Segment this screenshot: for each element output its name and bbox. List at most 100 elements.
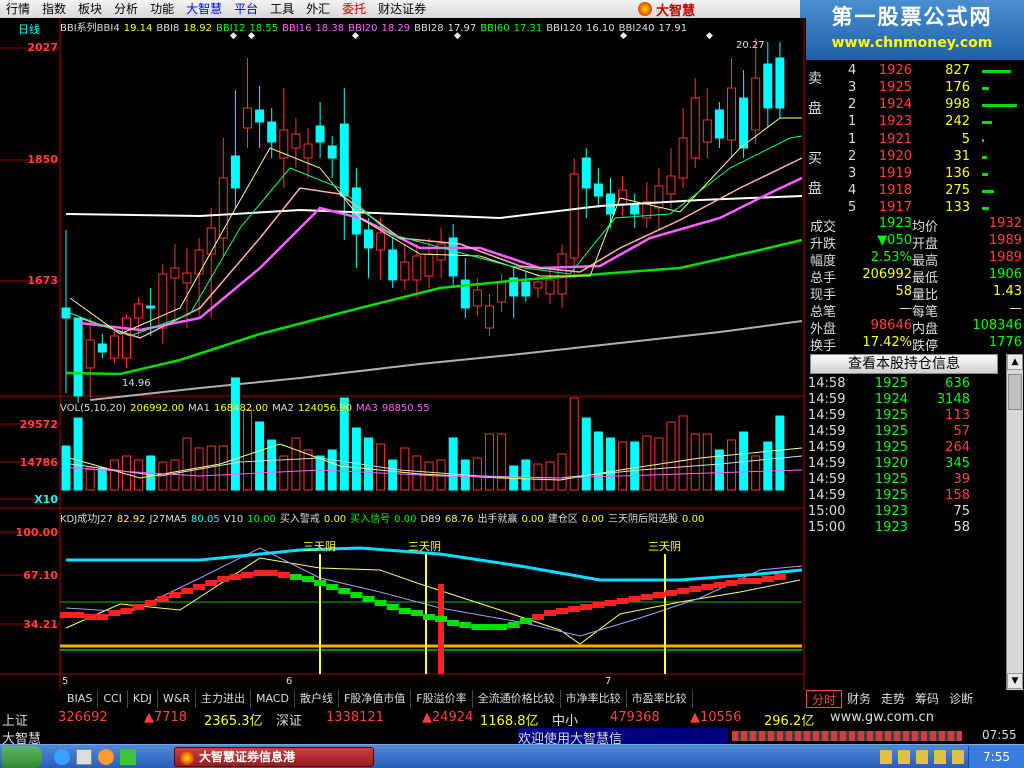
y-label-high: 2027 — [27, 41, 58, 54]
order-volume: 136 — [945, 166, 970, 181]
order-row[interactable]: 3 1919 136 — [806, 166, 1024, 183]
step-band-segment — [386, 604, 399, 610]
legend-item: J27MA5 — [149, 514, 188, 525]
indicator-tab-3[interactable]: W&R — [158, 690, 196, 708]
order-row[interactable]: 3 1925 176 — [806, 80, 1024, 97]
quicklaunch-desktop-icon[interactable] — [76, 749, 92, 765]
menu-item-9[interactable]: 委托 — [336, 0, 372, 18]
volume-bar — [388, 459, 398, 491]
order-row[interactable]: 1 1921 5 — [806, 132, 1024, 149]
order-row[interactable]: 2 1920 31 — [806, 149, 1024, 166]
indicator-tab-7[interactable]: F股净值市值 — [339, 690, 412, 708]
sz-index-change: ▲24924 — [422, 710, 474, 725]
indicator-tab-1[interactable]: CCI — [98, 690, 128, 708]
indicator-tab-11[interactable]: 市盈率比较 — [627, 690, 693, 708]
order-volume: 31 — [953, 149, 970, 164]
menu-item-7[interactable]: 工具 — [264, 0, 300, 18]
step-band-segment — [84, 614, 97, 620]
period-label[interactable]: 日线 — [18, 21, 40, 37]
step-band-segment — [761, 576, 774, 582]
x-label-5: 5 — [62, 676, 69, 687]
order-row[interactable]: 4 1918 275 — [806, 183, 1024, 200]
site-url[interactable]: www.gw.com.cn — [830, 710, 934, 725]
sz-index-label[interactable]: 深证 — [276, 710, 302, 729]
scroll-thumb[interactable] — [1008, 374, 1022, 410]
order-level: 3 — [848, 166, 857, 181]
step-band-segment — [144, 600, 157, 606]
right-tab-1[interactable]: 财务 — [842, 690, 876, 708]
view-holdings-button[interactable]: 查看本股持仓信息 — [810, 354, 998, 374]
sh-index-label[interactable]: 上证 — [2, 710, 28, 729]
tick-scrollbar[interactable]: ▲ ▼ — [1006, 354, 1023, 690]
menu-item-8[interactable]: 外汇 — [300, 0, 336, 18]
menu-item-10[interactable]: 财达证券 — [372, 0, 432, 18]
volume-bar — [315, 455, 325, 491]
zx-index-label[interactable]: 中小 — [552, 710, 578, 729]
start-button[interactable] — [2, 746, 42, 768]
step-band-segment — [168, 592, 181, 598]
right-tab-3[interactable]: 筹码 — [910, 690, 944, 708]
legend-item: 买入信号 — [350, 514, 391, 525]
indicator-tab-0[interactable]: BIAS — [62, 690, 99, 708]
indicator-tab-10[interactable]: 市净率比较 — [561, 690, 627, 708]
step-band-segment — [713, 582, 726, 588]
tick-price: 1925 — [874, 472, 908, 487]
tick-row: 14:59 1924 3148 — [806, 392, 1006, 408]
order-row[interactable]: 1 1923 242 — [806, 114, 1024, 131]
step-band-segment — [410, 610, 423, 616]
stat-value: 1923 — [878, 216, 912, 231]
tick-time: 14:58 — [808, 376, 846, 391]
tick-volume: 158 — [945, 488, 970, 503]
tick-volume: 636 — [945, 376, 970, 391]
candle-body — [243, 107, 252, 129]
candle-body — [424, 253, 434, 277]
chart-canvas[interactable]: ◆ ◆ ◆ ◆ ◆ ◆ — [0, 18, 806, 690]
indicator-tab-9[interactable]: 全流通价格比较 — [473, 690, 561, 708]
quicklaunch-media-icon[interactable] — [98, 749, 114, 765]
indicator-tab-5[interactable]: MACD — [251, 690, 295, 708]
order-level: 2 — [848, 149, 857, 164]
legend-item: 0.00 — [521, 514, 544, 525]
legend-item: 18.29 — [381, 23, 411, 34]
right-tab-2[interactable]: 走势 — [876, 690, 910, 708]
taskbar-app-button[interactable]: 大智慧证券信息港 — [174, 747, 374, 767]
menu-item-0[interactable]: 行情 — [0, 0, 36, 18]
step-band-segment — [689, 586, 702, 592]
scroll-up-arrow[interactable]: ▲ — [1007, 354, 1023, 370]
menu-item-4[interactable]: 功能 — [144, 0, 180, 18]
step-band-segment — [592, 602, 605, 608]
right-tab-0[interactable]: 分时 — [806, 690, 843, 708]
tray-icons[interactable] — [880, 750, 964, 764]
indicator-tab-6[interactable]: 散户线 — [295, 690, 339, 708]
step-band-segment — [350, 592, 363, 598]
menu-item-6[interactable]: 平台 — [228, 0, 264, 18]
tick-volume: 58 — [953, 520, 970, 535]
chart-area[interactable]: ◆ ◆ ◆ ◆ ◆ ◆ 日线 BBI系列BBI4 19.14 BBI8 18.92 BBI12 18… — [0, 18, 806, 690]
step-band-segment — [652, 592, 665, 598]
order-row[interactable]: 2 1924 998 — [806, 97, 1024, 114]
menu-item-3[interactable]: 分析 — [108, 0, 144, 18]
scroll-down-arrow[interactable]: ▼ — [1007, 673, 1023, 689]
step-band-segment — [447, 620, 460, 626]
taskbar-clock[interactable]: 7:55 — [968, 746, 1024, 768]
menu-item-2[interactable]: 板块 — [72, 0, 108, 18]
brand-name: 大智慧 — [656, 3, 696, 19]
tick-volume: 3148 — [936, 392, 970, 407]
legend-item: 0.00 — [682, 514, 705, 525]
candle-body — [702, 119, 712, 143]
order-row[interactable]: 4 1926 827 — [806, 63, 1024, 80]
marker-label-1: 三天阴 — [303, 540, 336, 553]
quicklaunch-ie-icon[interactable] — [54, 749, 70, 765]
quicklaunch-app-icon[interactable] — [120, 749, 136, 765]
right-tab-4[interactable]: 诊断 — [944, 690, 978, 708]
candle-body — [727, 87, 736, 141]
indicator-tab-8[interactable]: F股溢价率 — [411, 690, 473, 708]
menu-item-5[interactable]: 大智慧 — [180, 0, 228, 18]
step-band-segment — [338, 588, 351, 594]
menu-item-1[interactable]: 指数 — [36, 0, 72, 18]
candle-body — [739, 97, 749, 149]
indicator-tab-4[interactable]: 主力进出 — [196, 690, 251, 708]
tick-time: 14:59 — [808, 440, 846, 455]
indicator-tab-2[interactable]: KDJ — [128, 690, 158, 708]
order-row[interactable]: 5 1917 133 — [806, 200, 1024, 217]
